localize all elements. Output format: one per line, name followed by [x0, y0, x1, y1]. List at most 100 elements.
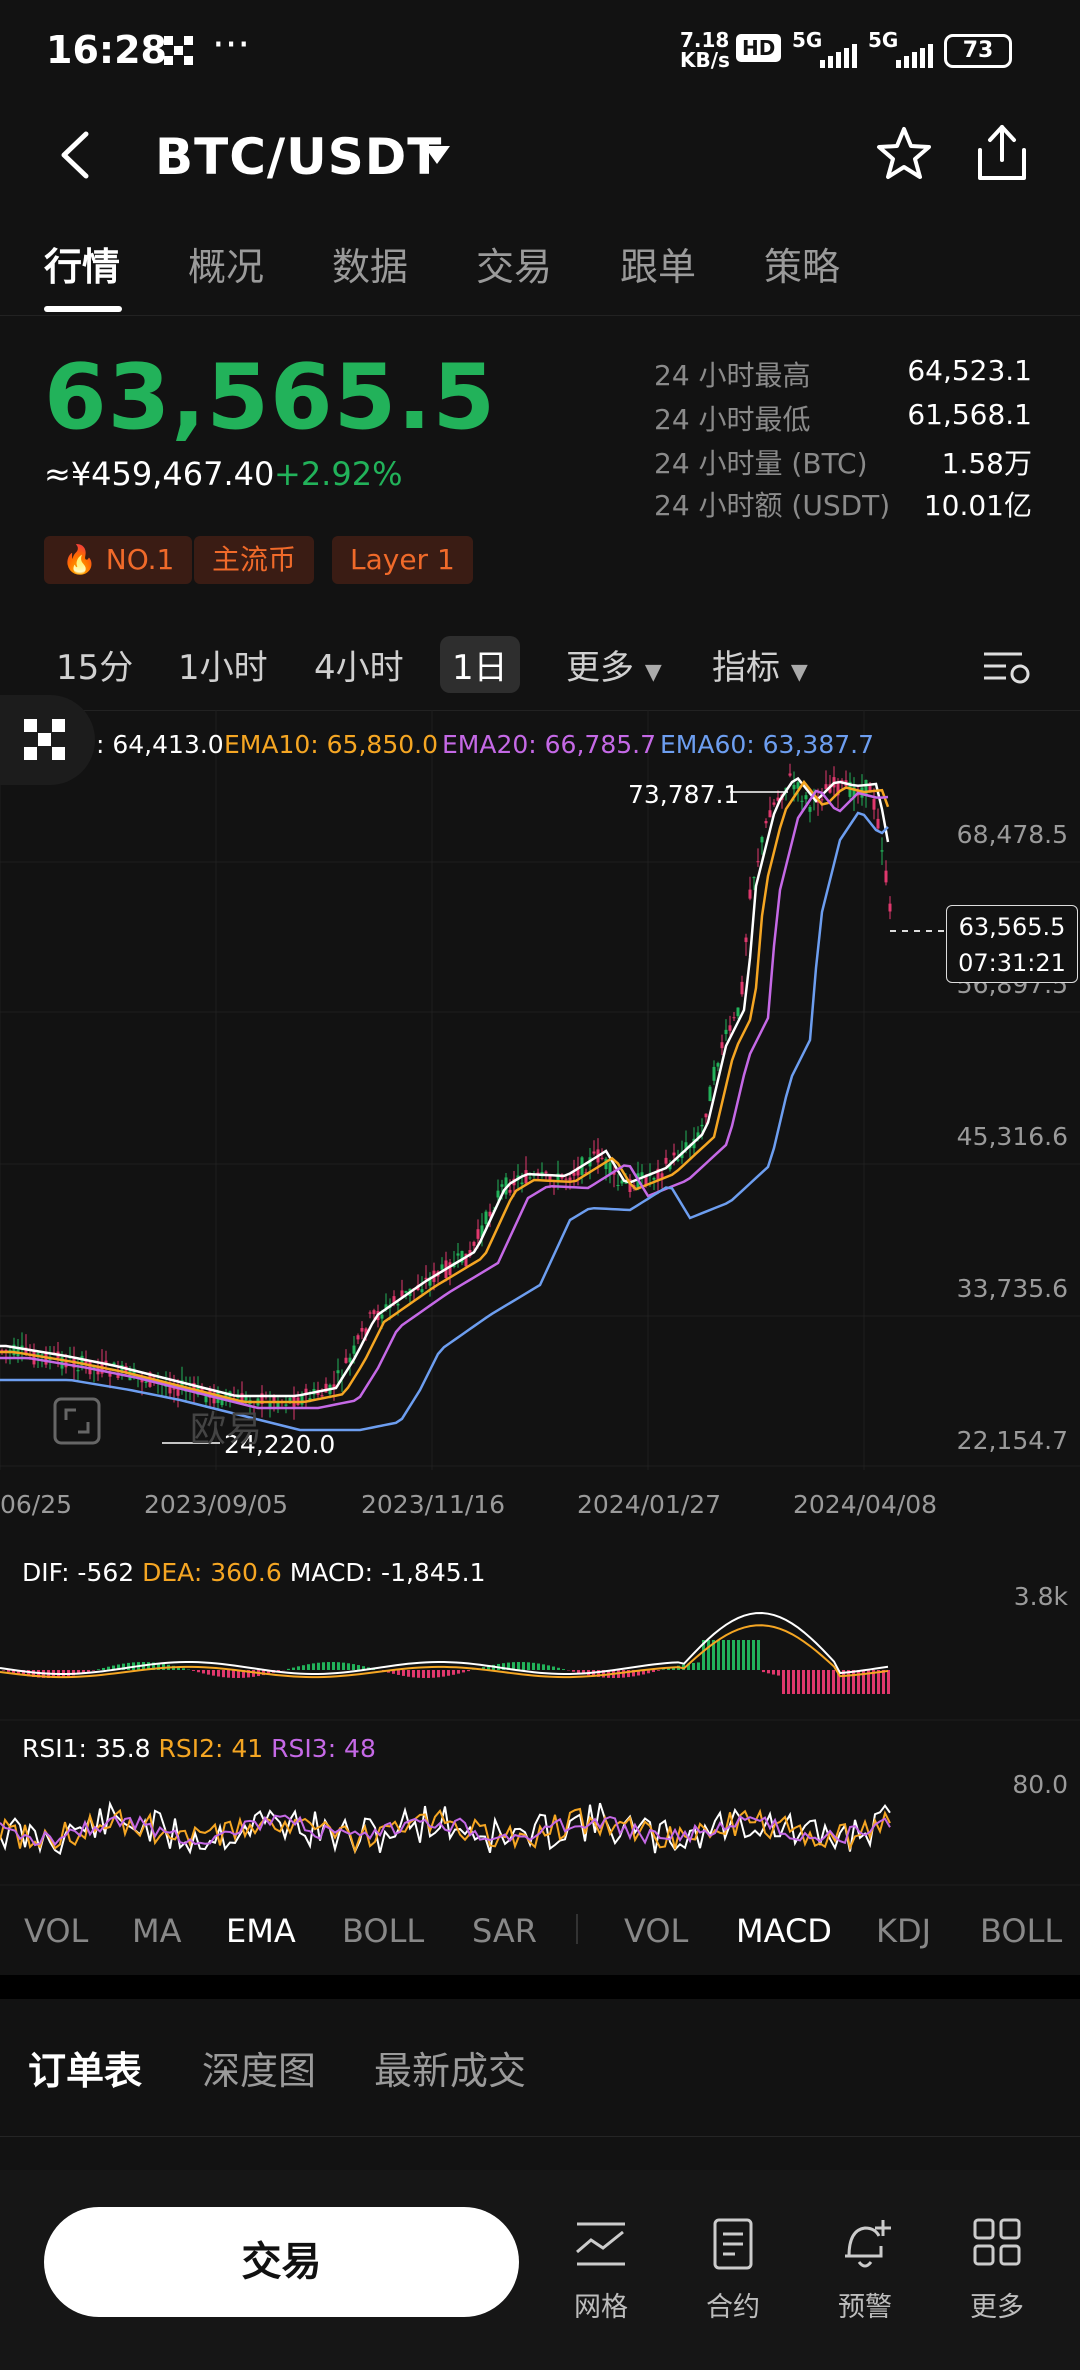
tab-strategy[interactable]: 策略: [764, 236, 840, 291]
main-ind-ema[interactable]: EMA: [226, 1912, 296, 1950]
candle-body: [792, 784, 796, 790]
macd-bar: [87, 1670, 90, 1672]
candle-body: [760, 837, 764, 843]
ema10-line: [0, 779, 890, 1404]
more-notifications-icon: ···: [212, 22, 251, 68]
candle-body: [356, 1335, 360, 1340]
rank-badge[interactable]: 🔥 NO.1: [44, 536, 193, 584]
candle-body: [800, 800, 804, 802]
tab-data[interactable]: 数据: [332, 236, 408, 291]
interval-1h[interactable]: 1小时: [178, 640, 268, 689]
back-icon[interactable]: [58, 130, 92, 180]
stat-label-low: 24 小时最低: [654, 403, 811, 436]
sub-ind-boll[interactable]: BOLL: [980, 1912, 1062, 1950]
macd-bar: [812, 1670, 815, 1694]
x-tick: 2024/04/08: [793, 1490, 938, 1519]
candle-body: [768, 810, 772, 818]
macd-bar: [782, 1670, 785, 1694]
candle-body: [752, 877, 756, 879]
macd-bar: [212, 1670, 215, 1676]
interval-15m[interactable]: 15分: [56, 640, 133, 689]
macd-bar: [327, 1662, 330, 1670]
candle-body: [756, 861, 760, 863]
macd-bar: [727, 1640, 730, 1670]
tab-overview[interactable]: 概况: [188, 236, 264, 291]
candle-body: [564, 1178, 568, 1180]
status-time: 16:28: [46, 28, 167, 72]
candle-body: [744, 937, 748, 943]
high-label: 73,787.1: [628, 780, 740, 809]
nav-alert[interactable]: 预警: [820, 2216, 910, 2324]
main-ind-vol[interactable]: VOL: [24, 1912, 88, 1950]
tab-copy-trade[interactable]: 跟单: [620, 236, 696, 291]
nav-more[interactable]: 更多: [952, 2216, 1042, 2324]
nav-grid[interactable]: 网格: [556, 2216, 646, 2324]
fullscreen-icon[interactable]: [52, 1396, 102, 1446]
net-speed-unit: KB/s: [680, 48, 730, 72]
interval-4h[interactable]: 4小时: [314, 640, 404, 689]
tab-depth-chart[interactable]: 深度图: [202, 2040, 316, 2095]
tab-market[interactable]: 行情: [44, 236, 120, 291]
price-chart[interactable]: [0, 710, 1080, 1890]
macd-bar: [577, 1670, 580, 1673]
nav-alert-label: 预警: [838, 2292, 892, 2323]
candle-countdown: 07:31:21: [958, 949, 1066, 977]
candle-body: [872, 798, 876, 810]
candle-body: [368, 1312, 372, 1314]
floating-logo-button[interactable]: [0, 695, 95, 785]
y-tick: 45,316.6: [956, 1122, 1068, 1151]
interval-more[interactable]: 更多 ▼: [566, 640, 662, 689]
indicator-selector[interactable]: 指标 ▼: [712, 640, 808, 689]
interval-1d[interactable]: 1日: [440, 636, 520, 693]
main-ind-ma[interactable]: MA: [132, 1912, 182, 1950]
sub-ind-kdj[interactable]: KDJ: [876, 1912, 931, 1950]
pair-dropdown-icon[interactable]: [422, 144, 452, 166]
candle-body: [712, 1066, 716, 1081]
pair-title[interactable]: BTC/USDT: [155, 128, 442, 186]
macd-bar: [227, 1670, 230, 1678]
layer-badge[interactable]: Layer 1: [332, 536, 473, 584]
contract-icon: [713, 2218, 753, 2270]
macd-bar: [402, 1670, 405, 1676]
stat-value-low: 61,568.1: [907, 398, 1032, 431]
trade-button[interactable]: 交易: [44, 2207, 519, 2317]
macd-bar: [772, 1670, 775, 1675]
macd-bar: [807, 1670, 810, 1694]
macd-bar: [182, 1668, 185, 1670]
macd-bar: [197, 1670, 200, 1673]
bell-plus-icon: [845, 2220, 891, 2268]
tab-trade[interactable]: 交易: [476, 236, 552, 291]
section-divider: [0, 1975, 1080, 1999]
candle-body: [456, 1253, 460, 1256]
sub-ind-vol[interactable]: VOL: [624, 1912, 688, 1950]
macd-bar: [207, 1670, 210, 1675]
chart-settings-icon[interactable]: [982, 648, 1032, 688]
share-icon[interactable]: [974, 122, 1030, 184]
sub-ind-macd[interactable]: MACD: [736, 1912, 832, 1950]
candle-body: [420, 1289, 424, 1293]
nav-more-label: 更多: [970, 2292, 1024, 2323]
main-ind-boll[interactable]: BOLL: [342, 1912, 424, 1950]
macd-bar: [522, 1662, 525, 1670]
macd-bar: [752, 1640, 755, 1670]
candle-body: [888, 903, 892, 912]
macd-dea: DEA: 360.6: [142, 1558, 282, 1587]
macd-bar: [332, 1662, 335, 1670]
indicator-divider: [576, 1914, 578, 1944]
price-tag-value: 63,565.5: [958, 913, 1066, 941]
hd-icon: HD: [736, 34, 782, 62]
tab-order-book[interactable]: 订单表: [28, 2040, 142, 2095]
macd-value: MACD: -1,845.1: [289, 1558, 486, 1587]
tab-latest-trades[interactable]: 最新成交: [374, 2040, 526, 2095]
candle-body: [772, 802, 776, 805]
candle-body: [396, 1303, 400, 1306]
category-badge[interactable]: 主流币: [194, 536, 315, 584]
stat-label-high: 24 小时最高: [654, 359, 811, 392]
macd-bar: [537, 1663, 540, 1670]
favorite-star-icon[interactable]: [874, 124, 934, 184]
main-ind-sar[interactable]: SAR: [472, 1912, 537, 1950]
macd-bar: [792, 1670, 795, 1694]
nav-contract[interactable]: 合约: [688, 2216, 778, 2324]
macd-bar: [877, 1670, 880, 1694]
macd-bar: [2, 1670, 5, 1671]
